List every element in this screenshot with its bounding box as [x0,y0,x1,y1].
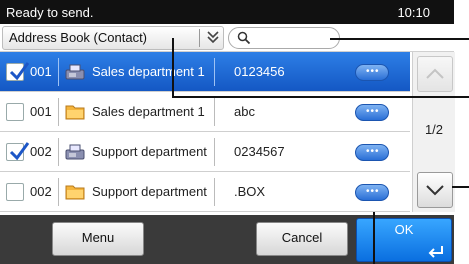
column-divider [58,58,59,86]
callout-line-1 [330,38,469,40]
dropdown-separator [199,29,200,47]
entry-number: 002 [30,184,52,199]
address-book-dropdown[interactable]: Address Book (Contact) [2,26,224,50]
address-book-label: Address Book (Contact) [9,30,148,45]
list-item[interactable]: 002 Support department .BOX ••• [0,172,410,212]
detail-button[interactable]: ••• [355,184,389,201]
list-item[interactable]: 001 Sales department 1 abc ••• [0,92,410,132]
checkbox[interactable] [6,183,24,201]
entry-number: 001 [30,64,52,79]
checkbox[interactable] [6,103,24,121]
enter-icon [428,246,443,258]
column-divider [58,98,59,126]
bottom-bar: Menu Cancel OK [0,215,454,264]
folder-icon [64,182,86,202]
entry-name: Sales department 1 [92,64,205,79]
page-indicator: 1/2 [424,122,444,137]
chevron-down-icon [426,185,444,196]
detail-button[interactable]: ••• [355,104,389,121]
search-input[interactable] [228,27,340,49]
callout-line-2 [172,96,469,98]
ellipsis-icon: ••• [366,146,380,157]
entry-number: 001 [30,104,52,119]
folder-icon [64,102,86,122]
detail-button[interactable]: ••• [355,144,389,161]
cancel-button[interactable]: Cancel [256,222,348,256]
entry-destination: abc [234,104,255,119]
list-item[interactable]: 002 Support department 0234567 ••• [0,132,410,172]
scroll-up-button[interactable] [417,56,453,92]
menu-button[interactable]: Menu [52,222,144,256]
column-divider [214,178,215,206]
entry-name: Support department [92,144,207,159]
column-divider [214,98,215,126]
checkbox[interactable] [6,62,30,81]
column-divider [214,138,215,166]
ellipsis-icon: ••• [366,106,380,117]
entry-number: 002 [30,144,52,159]
ellipsis-icon: ••• [366,186,380,197]
entry-name: Support department [92,184,207,199]
fax-icon [64,142,86,162]
scroll-panel: 1/2 [412,52,455,212]
column-divider [58,178,59,206]
clock: 10:10 [397,5,430,20]
column-divider [58,138,59,166]
callout-line-2-vertical [172,38,174,98]
side-code [454,170,468,260]
ok-button[interactable]: OK [356,218,452,262]
chevron-up-icon [426,68,444,79]
status-message: Ready to send. [6,5,94,20]
entry-destination: 0123456 [234,64,285,79]
double-chevron-down-icon[interactable] [206,27,220,51]
entry-destination: 0234567 [234,144,285,159]
entry-name: Sales department 1 [92,104,205,119]
scroll-down-button[interactable] [417,172,453,208]
entry-destination: .BOX [234,184,266,199]
callout-line-4 [373,212,375,264]
checkbox[interactable] [6,142,30,161]
fax-icon [64,62,86,82]
column-divider [214,58,215,86]
list-item[interactable]: 001 Sales department 1 0123456 ••• [0,52,410,92]
detail-button[interactable]: ••• [355,64,389,81]
ellipsis-icon: ••• [366,66,380,77]
ok-label: OK [394,222,414,237]
search-icon [237,31,251,45]
status-bar: Ready to send. 10:10 [0,0,454,24]
